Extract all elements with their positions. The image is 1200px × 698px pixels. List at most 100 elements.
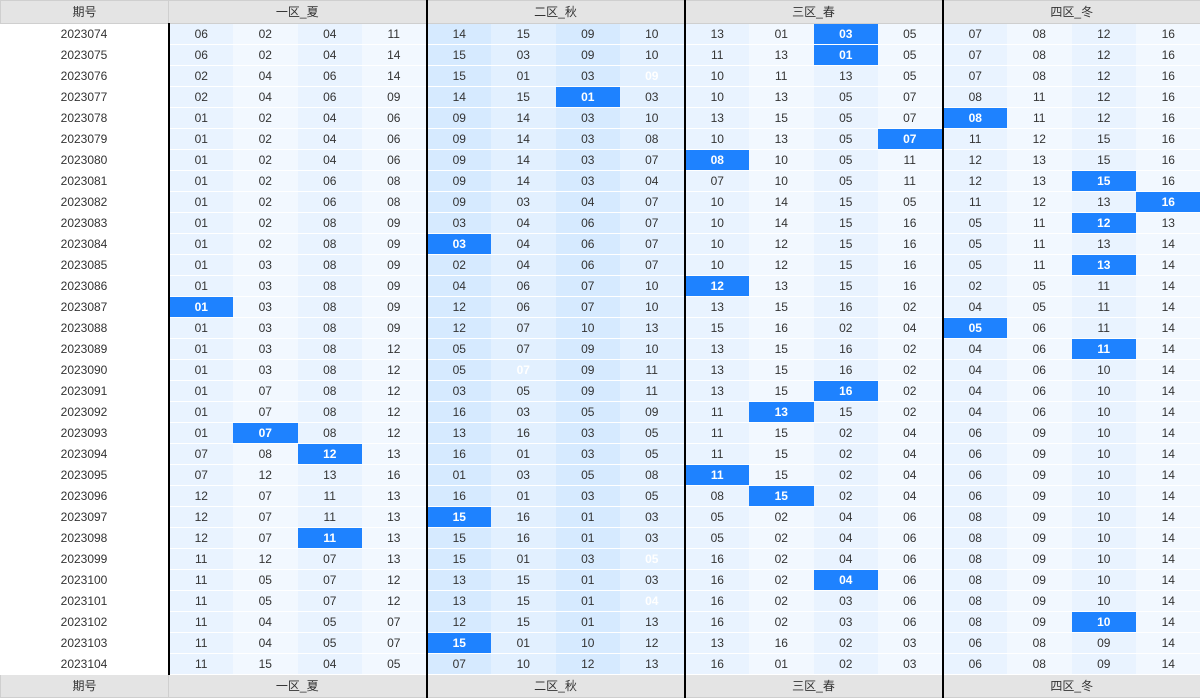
number-cell: 01 [556, 87, 621, 108]
number-cell: 14 [1136, 654, 1200, 675]
number-cell: 07 [362, 633, 427, 654]
number-cell: 16 [814, 339, 879, 360]
number-cell: 16 [427, 486, 492, 507]
number-cell: 06 [169, 45, 234, 66]
number-cell: 02 [749, 528, 814, 549]
number-cell: 08 [298, 276, 363, 297]
number-cell: 02 [233, 171, 298, 192]
period-cell: 2023090 [1, 360, 169, 381]
number-cell: 03 [556, 549, 621, 570]
number-cell: 13 [685, 633, 750, 654]
number-cell: 06 [169, 24, 234, 45]
table-row: 202307702040609141501031013050708111216 [1, 87, 1200, 108]
number-cell: 14 [427, 87, 492, 108]
number-cell: 16 [685, 612, 750, 633]
number-cell: 05 [362, 654, 427, 675]
period-cell: 2023093 [1, 423, 169, 444]
number-cell: 04 [943, 381, 1008, 402]
number-cell: 05 [814, 108, 879, 129]
footer-zone-2: 二区_秋 [427, 675, 685, 698]
number-cell: 09 [1007, 444, 1072, 465]
number-cell: 05 [1007, 276, 1072, 297]
number-cell: 08 [943, 108, 1008, 129]
number-cell: 03 [878, 633, 943, 654]
number-cell: 09 [556, 381, 621, 402]
number-cell: 01 [491, 549, 556, 570]
number-cell: 14 [1136, 444, 1200, 465]
number-cell: 09 [1007, 465, 1072, 486]
number-cell: 10 [1072, 423, 1137, 444]
number-cell: 11 [298, 486, 363, 507]
table-row: 202307901020406091403081013050711121516 [1, 129, 1200, 150]
number-cell: 04 [427, 276, 492, 297]
number-cell: 16 [1136, 66, 1200, 87]
number-cell: 03 [556, 486, 621, 507]
period-cell: 2023081 [1, 171, 169, 192]
header-zone-4: 四区_冬 [943, 1, 1200, 24]
number-cell: 10 [685, 213, 750, 234]
number-cell: 10 [620, 24, 685, 45]
period-cell: 2023097 [1, 507, 169, 528]
number-cell: 02 [814, 486, 879, 507]
number-cell: 14 [1136, 570, 1200, 591]
number-cell: 08 [943, 528, 1008, 549]
number-cell: 13 [362, 507, 427, 528]
number-cell: 04 [491, 255, 556, 276]
number-cell: 06 [298, 66, 363, 87]
number-cell: 13 [814, 66, 879, 87]
number-cell: 16 [1136, 192, 1200, 213]
number-cell: 11 [878, 171, 943, 192]
number-cell: 01 [169, 171, 234, 192]
number-cell: 15 [814, 213, 879, 234]
number-cell: 10 [1072, 486, 1137, 507]
number-cell: 11 [620, 381, 685, 402]
number-cell: 06 [298, 87, 363, 108]
number-cell: 14 [1136, 612, 1200, 633]
number-cell: 13 [362, 549, 427, 570]
number-cell: 04 [814, 570, 879, 591]
number-cell: 05 [233, 591, 298, 612]
number-cell: 02 [878, 297, 943, 318]
number-cell: 06 [878, 591, 943, 612]
number-cell: 13 [685, 360, 750, 381]
table-row: 202309407081213160103051115020406091014 [1, 444, 1200, 465]
table-row: 202307506020414150309101113010507081216 [1, 45, 1200, 66]
number-cell: 14 [1136, 318, 1200, 339]
number-cell: 15 [749, 381, 814, 402]
number-cell: 16 [427, 444, 492, 465]
number-cell: 13 [685, 24, 750, 45]
table-row: 202309201070812160305091113150204061014 [1, 402, 1200, 423]
period-cell: 2023086 [1, 276, 169, 297]
number-cell: 06 [298, 192, 363, 213]
number-cell: 12 [1072, 66, 1137, 87]
period-cell: 2023103 [1, 633, 169, 654]
number-cell: 04 [620, 591, 685, 612]
number-cell: 10 [556, 318, 621, 339]
number-cell: 10 [1072, 402, 1137, 423]
number-cell: 02 [814, 465, 879, 486]
number-cell: 12 [169, 486, 234, 507]
number-cell: 07 [943, 45, 1008, 66]
number-cell: 11 [1007, 234, 1072, 255]
period-cell: 2023089 [1, 339, 169, 360]
number-cell: 03 [814, 591, 879, 612]
number-cell: 01 [169, 276, 234, 297]
table-row: 202310211040507121501131602030608091014 [1, 612, 1200, 633]
number-cell: 01 [169, 297, 234, 318]
number-cell: 01 [427, 465, 492, 486]
number-cell: 07 [169, 444, 234, 465]
number-cell: 02 [233, 213, 298, 234]
number-cell: 05 [943, 213, 1008, 234]
number-cell: 14 [1136, 297, 1200, 318]
number-cell: 15 [427, 66, 492, 87]
number-cell: 06 [491, 297, 556, 318]
period-cell: 2023079 [1, 129, 169, 150]
number-cell: 16 [878, 234, 943, 255]
number-cell: 03 [233, 339, 298, 360]
number-cell: 04 [943, 360, 1008, 381]
number-cell: 11 [685, 45, 750, 66]
number-cell: 14 [1136, 234, 1200, 255]
number-cell: 14 [1136, 465, 1200, 486]
number-cell: 12 [620, 633, 685, 654]
number-cell: 10 [1072, 381, 1137, 402]
